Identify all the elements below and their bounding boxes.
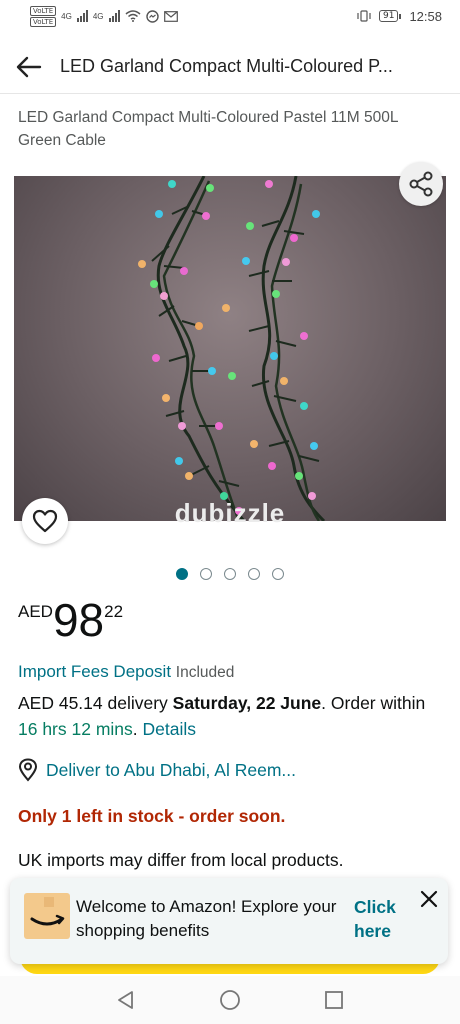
- status-left: VoLTE VoLTE 4G 4G: [30, 5, 178, 27]
- delivery-details-link[interactable]: Details: [143, 719, 197, 739]
- deliver-to-text: Deliver to Abu Dhabi, Al Reem...: [46, 759, 296, 780]
- status-bar: VoLTE VoLTE 4G 4G 91 12:58: [0, 0, 460, 32]
- nav-back-button[interactable]: [114, 988, 138, 1012]
- carousel-dot-5[interactable]: [272, 568, 284, 580]
- signal-1-icon: [76, 10, 88, 22]
- delivery-date: Saturday, 22 June: [172, 693, 322, 713]
- battery-level: 91: [379, 10, 399, 22]
- nav-home-button[interactable]: [218, 988, 242, 1012]
- battery-icon: 91: [379, 10, 402, 22]
- carousel-dot-1[interactable]: [176, 568, 188, 580]
- top-app-bar: LED Garland Compact Multi-Coloured P...: [0, 40, 460, 94]
- signal-2-icon: [108, 10, 120, 22]
- sim-indicators: VoLTE VoLTE: [30, 5, 57, 27]
- price-fraction: 22: [104, 602, 124, 621]
- toast-message: Welcome to Amazon! Explore your shopping…: [76, 897, 337, 940]
- gmail-icon: [163, 10, 178, 22]
- deliver-to-location[interactable]: Deliver to Abu Dhabi, Al Reem...: [18, 758, 296, 782]
- toast-close-button[interactable]: [418, 888, 440, 910]
- back-button[interactable]: [16, 52, 46, 82]
- price-currency: AED: [18, 602, 53, 621]
- delivery-countdown: 16 hrs 12 mins: [18, 719, 133, 739]
- image-carousel-dots: [0, 568, 460, 580]
- delivery-cost: AED 45.14 delivery: [18, 693, 173, 713]
- carousel-dot-2[interactable]: [200, 568, 212, 580]
- vibrate-icon: [357, 10, 371, 22]
- delivery-info: AED 45.14 delivery Saturday, 22 June. Or…: [18, 690, 442, 742]
- garland-illustration: [138, 176, 326, 521]
- amazon-logo-icon: [24, 893, 70, 939]
- import-fees-link[interactable]: Import Fees Deposit: [18, 662, 171, 681]
- share-icon: [409, 171, 433, 197]
- import-fees: Import Fees Deposit Included: [18, 662, 234, 682]
- delivery-separator: .: [132, 719, 143, 739]
- welcome-toast: Welcome to Amazon! Explore your shopping…: [10, 878, 448, 964]
- import-fees-status: Included: [175, 664, 235, 681]
- close-icon: [420, 890, 438, 908]
- square-recents-icon: [325, 991, 343, 1009]
- sim2-badge: VoLTE: [30, 16, 57, 27]
- wifi-icon: [125, 10, 141, 22]
- network-2-label: 4G: [92, 11, 104, 21]
- triangle-back-icon: [118, 991, 133, 1009]
- heart-icon: [32, 509, 58, 533]
- clock: 12:58: [409, 8, 442, 24]
- watermark: dubizzle: [174, 498, 286, 528]
- product-image[interactable]: [14, 176, 446, 521]
- product-title: LED Garland Compact Multi-Coloured Paste…: [18, 109, 398, 149]
- price-whole: 98: [52, 594, 105, 646]
- toast-click-here-link[interactable]: Click here: [354, 895, 414, 943]
- price: AED 98 22: [18, 596, 123, 644]
- nav-recents-button[interactable]: [322, 988, 346, 1012]
- page-title: LED Garland Compact Multi-Coloured P...: [60, 56, 393, 76]
- network-1-label: 4G: [61, 11, 72, 21]
- stock-status: Only 1 left in stock - order soon.: [18, 806, 286, 826]
- messenger-icon: [145, 9, 159, 23]
- wishlist-button[interactable]: [22, 498, 68, 544]
- arrow-left-icon: [16, 56, 42, 77]
- share-button[interactable]: [399, 162, 443, 206]
- system-nav-bar: [0, 976, 460, 1024]
- location-pin-icon: [18, 758, 38, 782]
- import-note: UK imports may differ from local product…: [18, 850, 344, 870]
- circle-home-icon: [220, 990, 240, 1010]
- carousel-dot-4[interactable]: [248, 568, 260, 580]
- status-right: 91 12:58: [357, 9, 442, 24]
- order-within-label: . Order within: [321, 693, 426, 713]
- carousel-dot-3[interactable]: [224, 568, 236, 580]
- sim1-badge: VoLTE: [30, 5, 57, 16]
